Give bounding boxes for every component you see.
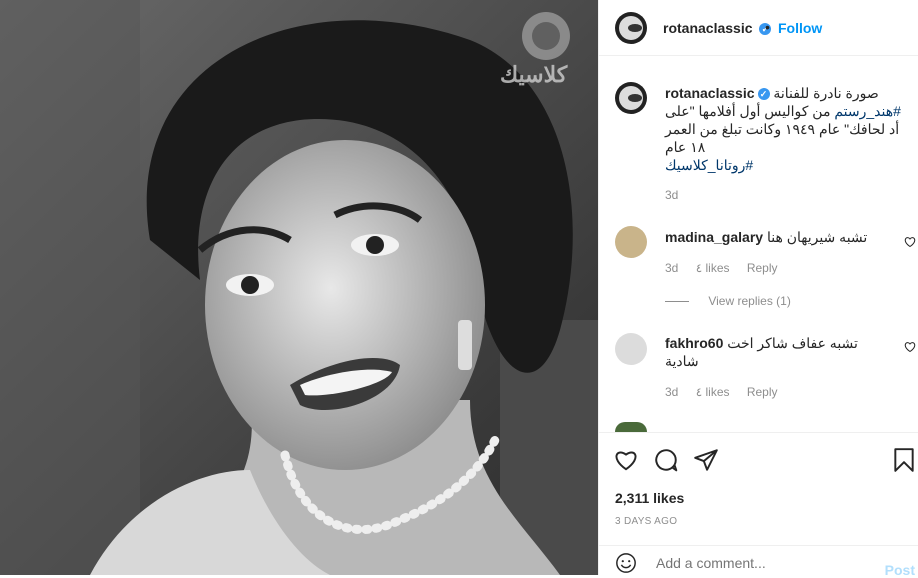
- avatar[interactable]: [615, 12, 647, 44]
- comment-time[interactable]: 3d: [665, 385, 678, 399]
- logo-icon: [619, 86, 643, 110]
- comment-likes[interactable]: ٤ likes: [696, 261, 730, 275]
- comment-time[interactable]: 3d: [665, 261, 678, 275]
- replies-line: [665, 301, 689, 303]
- username-link[interactable]: rotanaclassic ✓: [663, 20, 772, 36]
- post-timestamp[interactable]: 3 DAYS AGO: [615, 516, 677, 527]
- emoji-icon[interactable]: [615, 552, 637, 574]
- comment-username[interactable]: fakhro60: [665, 335, 723, 351]
- caption-tag-line: #روتانا_كلاسيك: [665, 156, 905, 174]
- comment-text: تشبه شيريهان هنا: [766, 229, 868, 245]
- add-comment-bar: Post: [599, 545, 918, 578]
- share-icon[interactable]: [693, 447, 719, 473]
- commenter-avatar[interactable]: [615, 333, 647, 365]
- view-replies-label: View replies (1): [708, 294, 791, 308]
- post-header: rotanaclassic ✓ • Follow: [599, 0, 918, 56]
- like-heart-icon[interactable]: [613, 447, 639, 473]
- comment-username[interactable]: madina_galary: [665, 229, 763, 245]
- add-comment-input[interactable]: [654, 554, 858, 572]
- comment-likes[interactable]: ٤ likes: [696, 385, 730, 399]
- hashtag-link[interactable]: #هند_رستم: [834, 103, 901, 119]
- reply-button[interactable]: Reply: [747, 385, 778, 399]
- username: rotanaclassic: [665, 85, 755, 101]
- caption-body: #هند_رستم من كواليس أول أفلامها "على أد …: [665, 102, 905, 156]
- commenter-avatar[interactable]: [615, 226, 647, 258]
- like-comment-heart-icon[interactable]: [904, 236, 916, 248]
- watermark-text: كلاسيك: [500, 62, 568, 87]
- logo-icon: [619, 16, 643, 40]
- post-comment-button[interactable]: Post: [885, 562, 915, 578]
- comment-meta: 3d ٤ likes Reply: [665, 261, 792, 275]
- caption-time[interactable]: 3d: [665, 188, 678, 202]
- like-comment-heart-icon[interactable]: [904, 341, 916, 353]
- hashtag-link[interactable]: #روتانا_كلاسيك: [665, 157, 753, 173]
- commenter-avatar[interactable]: [615, 422, 647, 432]
- verified-badge-icon: ✓: [757, 88, 770, 101]
- caption: rotanaclassic ✓ صورة نادرة للفنانة #هند_ر…: [665, 84, 905, 174]
- caption-text-1: صورة نادرة للفنانة: [773, 85, 879, 101]
- reply-button[interactable]: Reply: [747, 261, 778, 275]
- caption-username[interactable]: rotanaclassic ✓: [665, 85, 773, 101]
- comment-icon[interactable]: [653, 447, 679, 473]
- follow-button[interactable]: Follow: [778, 20, 822, 36]
- post-photo[interactable]: كلاسيك: [0, 0, 598, 575]
- comment-meta: 3d ٤ likes Reply: [665, 385, 792, 399]
- view-replies[interactable]: View replies (1): [665, 294, 791, 308]
- post-details-panel: rotanaclassic ✓ • Follow rotanaclassic ✓ …: [598, 0, 918, 578]
- username: rotanaclassic: [663, 20, 753, 36]
- separator-dot: •: [765, 19, 770, 35]
- likes-count[interactable]: 2,311 likes: [615, 490, 684, 506]
- save-bookmark-icon[interactable]: [891, 447, 917, 473]
- caption-avatar[interactable]: [615, 82, 647, 114]
